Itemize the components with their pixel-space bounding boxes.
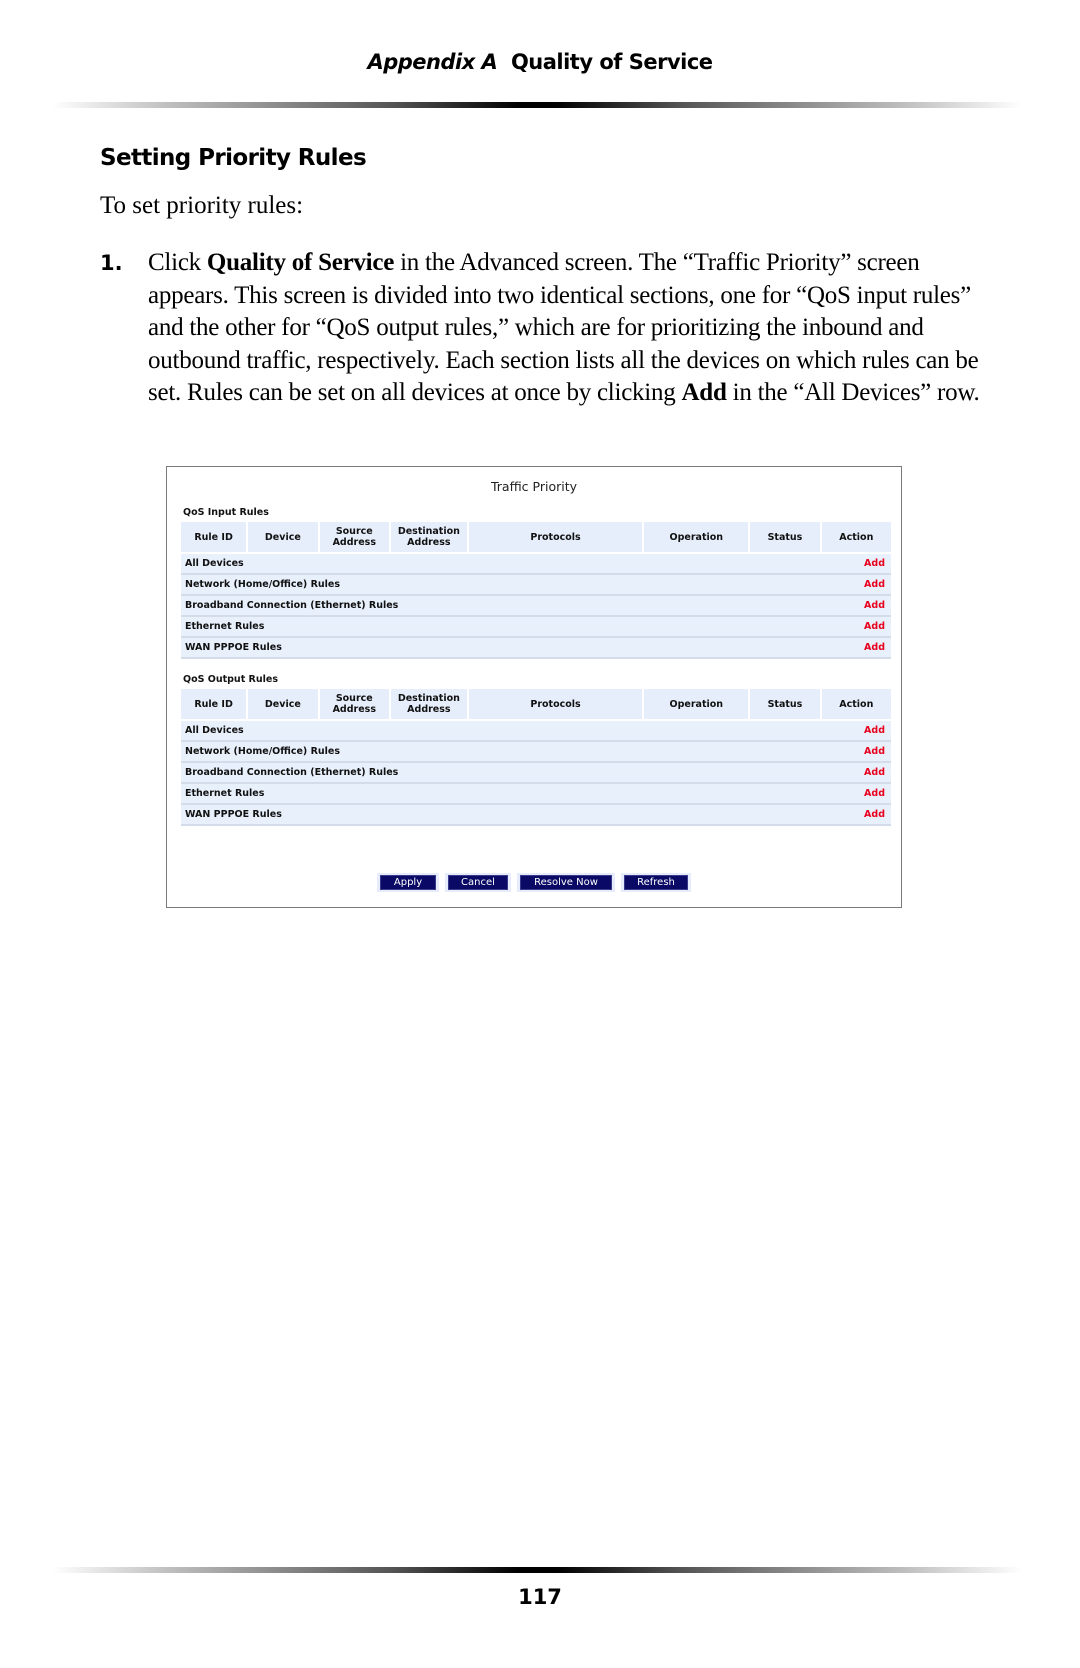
row-device-name: WAN PPPOE Rules — [181, 638, 822, 659]
refresh-button[interactable]: Refresh — [624, 875, 688, 890]
step-number: 1. — [100, 251, 123, 275]
col-header-action: Action — [821, 522, 891, 554]
col-header-destination-address: Destination Address — [391, 522, 469, 554]
cancel-button[interactable]: Cancel — [448, 875, 508, 890]
row-device-name: Network (Home/Office) Rules — [181, 575, 822, 596]
table-row: All Devices Add — [181, 721, 891, 742]
table-row: Ethernet Rules Add — [181, 617, 891, 638]
footer-divider — [52, 1567, 1022, 1573]
col-header-status: Status — [750, 689, 822, 721]
add-link[interactable]: Add — [821, 617, 891, 638]
col-header-source-address: Source Address — [319, 689, 392, 721]
section-title: Setting Priority Rules — [100, 145, 367, 171]
add-link[interactable]: Add — [821, 638, 891, 659]
intro-text: To set priority rules: — [100, 192, 304, 219]
add-link[interactable]: Add — [821, 742, 891, 763]
header-divider — [52, 102, 1022, 108]
table-row: Broadband Connection (Ethernet) Rules Ad… — [181, 596, 891, 617]
row-device-name: Network (Home/Office) Rules — [181, 742, 822, 763]
col-header-rule-id: Rule ID — [181, 522, 249, 554]
row-device-name: Broadband Connection (Ethernet) Rules — [181, 596, 822, 617]
row-device-name: Broadband Connection (Ethernet) Rules — [181, 763, 822, 784]
col-header-rule-id: Rule ID — [181, 689, 249, 721]
running-head: Appendix A Quality of Service — [0, 50, 1080, 74]
add-link[interactable]: Add — [821, 554, 891, 575]
qos-input-rules-label: QoS Input Rules — [183, 507, 269, 518]
page-number: 117 — [518, 1585, 562, 1609]
table-row: Network (Home/Office) Rules Add — [181, 742, 891, 763]
table-header-row: Rule ID Device Source Address Destinatio… — [181, 689, 891, 721]
chapter-title: Quality of Service — [510, 50, 713, 74]
col-header-operation: Operation — [644, 689, 751, 721]
col-header-protocols: Protocols — [468, 522, 645, 554]
row-device-name: All Devices — [181, 721, 822, 742]
traffic-priority-screenshot: Traffic Priority QoS Input Rules Rule ID… — [166, 466, 902, 908]
col-header-status: Status — [750, 522, 822, 554]
qos-input-rules-table: Rule ID Device Source Address Destinatio… — [181, 522, 891, 659]
table-row: Ethernet Rules Add — [181, 784, 891, 805]
row-device-name: All Devices — [181, 554, 822, 575]
appendix-label: Appendix A — [367, 50, 498, 74]
add-link[interactable]: Add — [821, 575, 891, 596]
qos-output-rules-label: QoS Output Rules — [183, 674, 278, 685]
table-header-row: Rule ID Device Source Address Destinatio… — [181, 522, 891, 554]
qos-output-rules-table: Rule ID Device Source Address Destinatio… — [181, 689, 891, 826]
col-header-device: Device — [248, 522, 320, 554]
col-header-source-address: Source Address — [319, 522, 392, 554]
resolve-now-button[interactable]: Resolve Now — [520, 875, 612, 890]
col-header-device: Device — [248, 689, 320, 721]
step-text-part: in the “All Devices” row. — [726, 379, 980, 406]
table-row: WAN PPPOE Rules Add — [181, 805, 891, 826]
step-text-bold-add: Add — [681, 379, 727, 406]
col-header-action: Action — [821, 689, 891, 721]
table-row: Network (Home/Office) Rules Add — [181, 575, 891, 596]
step-1: 1. Click Quality of Service in the Advan… — [100, 247, 980, 410]
col-header-operation: Operation — [644, 522, 751, 554]
step-text-part: Click — [148, 249, 207, 276]
step-text-bold-quality-of-service: Quality of Service — [206, 249, 395, 276]
row-device-name: Ethernet Rules — [181, 784, 822, 805]
add-link[interactable]: Add — [821, 763, 891, 784]
add-link[interactable]: Add — [821, 721, 891, 742]
table-row: WAN PPPOE Rules Add — [181, 638, 891, 659]
table-row: Broadband Connection (Ethernet) Rules Ad… — [181, 763, 891, 784]
button-row: Apply Cancel Resolve Now Refresh — [167, 873, 901, 892]
row-device-name: Ethernet Rules — [181, 617, 822, 638]
col-header-protocols: Protocols — [468, 689, 645, 721]
row-device-name: WAN PPPOE Rules — [181, 805, 822, 826]
screen-title: Traffic Priority — [490, 479, 578, 494]
col-header-destination-address: Destination Address — [391, 689, 469, 721]
apply-button[interactable]: Apply — [380, 875, 436, 890]
add-link[interactable]: Add — [821, 596, 891, 617]
add-link[interactable]: Add — [821, 784, 891, 805]
add-link[interactable]: Add — [821, 805, 891, 826]
table-row: All Devices Add — [181, 554, 891, 575]
step-text: Click Quality of Service in the Advanced… — [148, 247, 980, 410]
